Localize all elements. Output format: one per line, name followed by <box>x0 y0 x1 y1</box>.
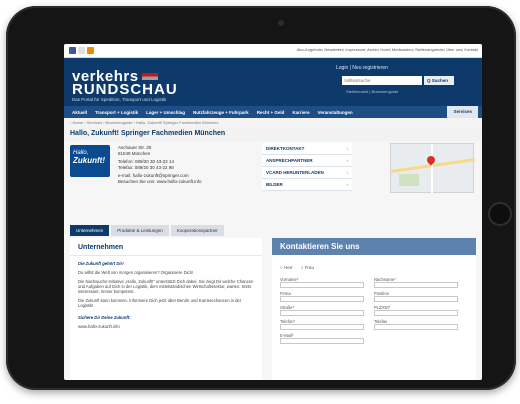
topnav-link[interactable]: Mediadaten <box>390 47 413 52</box>
rss-icon[interactable] <box>87 47 94 54</box>
search-button[interactable]: Q Suchen <box>424 76 454 85</box>
contact-links: DIREKTKONTAKT › ANSPRECHPARTNER › VCARD HE… <box>262 143 352 191</box>
company-profile: Hallo, Zukunft! Aschauer Str. 30 81549 M… <box>64 141 482 380</box>
topnav-link[interactable]: Archiv <box>365 47 378 52</box>
nav-item-services[interactable]: Services <box>447 106 478 118</box>
share-icons <box>69 47 94 54</box>
email-field[interactable] <box>280 338 364 344</box>
top-bar: Abo-Angebote Newsletter Impressum Archiv… <box>64 44 482 58</box>
company-field[interactable] <box>280 296 364 302</box>
nav-item[interactable]: Recht + Geld <box>253 110 289 115</box>
chevron-right-icon: › <box>346 182 349 187</box>
company-logo: Hallo, Zukunft! <box>70 145 110 177</box>
topnav-link[interactable]: Newsletter <box>322 47 343 52</box>
topnav-link[interactable]: Abo-Angebote <box>297 47 323 52</box>
position-field[interactable] <box>374 296 458 302</box>
images-link[interactable]: BILDER › <box>262 179 352 191</box>
print-icon[interactable] <box>78 47 85 54</box>
tab-kooperationspartner[interactable]: Kooperationspartner <box>170 225 224 236</box>
home-button[interactable] <box>488 202 512 226</box>
description-subheading: Sichere Dir Deine Zukunft: <box>78 315 131 320</box>
description-subheading: Die Zukunft gehört Dir! <box>78 261 124 266</box>
screen: Abo-Angebote Newsletter Impressum Archiv… <box>64 44 482 380</box>
main-navigation: Aktuell Transport + Logistik Lager + Ums… <box>64 106 482 118</box>
nav-item[interactable]: Lager + Umschlag <box>142 110 189 115</box>
salutation-radio-herr[interactable]: Herr <box>280 265 293 270</box>
description-text: Die Zukunft kann kommen. Informiere Dich… <box>78 298 242 308</box>
address-website[interactable]: Besuchen Sie uns: www.hallo-zukunft.info <box>118 179 202 185</box>
company-description: Unternehmen Die Zukunft gehört Dir! Du w… <box>70 238 262 380</box>
profile-tabs: Unternehmen Produkte & Leistungen Kooper… <box>70 225 224 236</box>
site-header: verkehrs RUNDSCHAU Das Portal für Spedit… <box>64 58 482 106</box>
topnav-link[interactable]: Impressum <box>343 47 365 52</box>
breadcrumb[interactable]: › Home › Services › Branchenguide › Hall… <box>64 118 482 127</box>
tab-unternehmen[interactable]: Unternehmen <box>70 225 110 236</box>
section-heading: Unternehmen <box>70 238 262 256</box>
tablet-device: Abo-Angebote Newsletter Impressum Archiv… <box>6 6 516 390</box>
topnav-link[interactable]: Hotel <box>378 47 389 52</box>
page-title: Hallo, Zukunft! Springer Fachmedien Münc… <box>70 130 226 137</box>
nav-item[interactable]: Aktuell <box>68 110 91 115</box>
logo-flag <box>141 73 158 80</box>
chevron-right-icon: › <box>346 146 349 151</box>
topnav-link[interactable]: Kontakt <box>462 47 478 52</box>
search-links[interactable]: Stellenmarkt | Branchenguide <box>346 89 398 94</box>
topnav-link[interactable]: Über uns <box>444 47 462 52</box>
salutation-radios: Herr Frau <box>272 255 476 274</box>
top-navigation: Abo-Angebote Newsletter Impressum Archiv… <box>297 47 478 52</box>
street-field[interactable] <box>280 310 364 316</box>
tab-produkte[interactable]: Produkte & Leistungen <box>111 225 169 236</box>
login-link[interactable]: Login | Neu registrieren <box>336 65 388 71</box>
contact-person-link[interactable]: ANSPRECHPARTNER › <box>262 155 352 167</box>
share-icon[interactable] <box>69 47 76 54</box>
topnav-link[interactable]: Stellenangebote <box>413 47 444 52</box>
website-link[interactable]: www.hallo-zukunft.info <box>70 322 262 331</box>
nav-item[interactable]: Nutzfahrzeuge + Fuhrpark <box>189 110 253 115</box>
logo-text-rundschau: RUNDSCHAU <box>72 81 178 98</box>
contact-form: Kontaktieren Sie uns Herr Frau Vorname* … <box>272 238 476 380</box>
nav-item[interactable]: Transport + Logistik <box>91 110 142 115</box>
last-name-field[interactable] <box>374 282 458 288</box>
direct-contact-link[interactable]: DIREKTKONTAKT › <box>262 143 352 155</box>
phone-field[interactable] <box>280 324 364 330</box>
company-address: Aschauer Str. 30 81549 München Telefon: … <box>118 145 202 184</box>
fax-field[interactable] <box>374 324 458 330</box>
zip-city-field[interactable] <box>374 310 458 316</box>
chevron-right-icon: › <box>346 170 349 175</box>
company-logo-text: Zukunft! <box>73 156 105 165</box>
nav-item[interactable]: Veranstaltungen <box>314 110 357 115</box>
description-text: Die Nachwuchs-Initiative „Hallo, Zukunft… <box>78 279 254 294</box>
search-input[interactable] <box>342 76 422 85</box>
description-text: Du willst die Welt von morgen organisier… <box>78 270 194 275</box>
salutation-radio-frau[interactable]: Frau <box>301 265 314 270</box>
chevron-right-icon: › <box>346 158 349 163</box>
vcard-download-link[interactable]: VCARD HERUNTERLADEN › <box>262 167 352 179</box>
nav-item[interactable]: Karriere <box>288 110 313 115</box>
site-tagline: Das Portal für Spedition, Transport und … <box>72 97 167 102</box>
first-name-field[interactable] <box>280 282 364 288</box>
camera-dot <box>278 20 284 26</box>
contact-form-heading: Kontaktieren Sie uns <box>272 238 476 255</box>
location-map[interactable] <box>390 143 475 194</box>
